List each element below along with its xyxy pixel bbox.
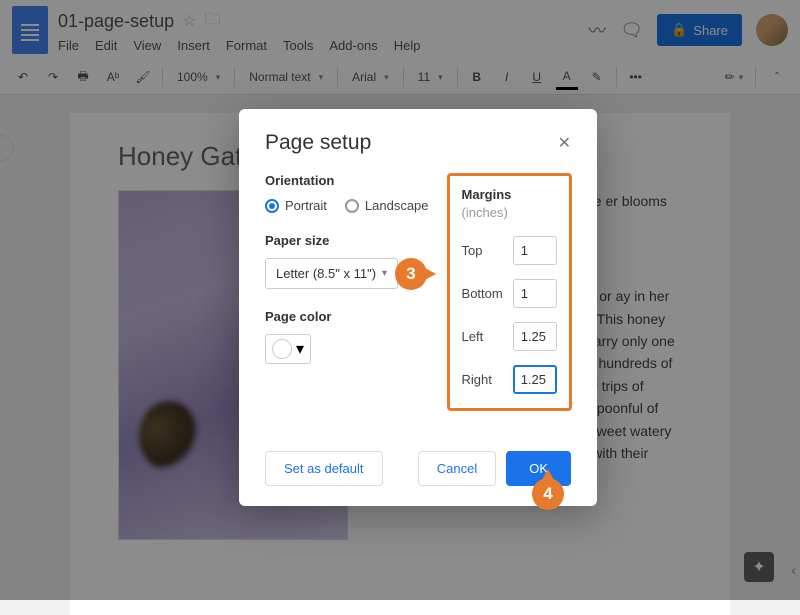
user-avatar[interactable] [756,14,788,46]
cancel-button[interactable]: Cancel [418,451,496,486]
undo-icon[interactable]: ↶ [12,64,34,90]
margins-group: Margins (inches) Top Bottom Left Right [447,173,572,411]
menu-tools[interactable]: Tools [283,38,313,53]
set-default-button[interactable]: Set as default [265,451,383,486]
margin-right-row: Right [462,365,557,394]
share-button[interactable]: 🔒 Share [657,14,742,46]
separator [162,67,163,87]
margin-left-input[interactable] [513,322,557,351]
menu-addons[interactable]: Add-ons [329,38,377,53]
title-right: 〰 🗨 🔒 Share [588,14,788,46]
menu-view[interactable]: View [133,38,161,53]
annotation-callout-4: 4 [532,478,564,510]
orientation-radios: Portrait Landscape [265,198,429,213]
radio-icon [265,199,279,213]
margin-bottom-row: Bottom [462,279,557,308]
separator [457,67,458,87]
menu-help[interactable]: Help [394,38,421,53]
menu-file[interactable]: File [58,38,79,53]
separator [616,67,617,87]
radio-icon [345,199,359,213]
separator [337,67,338,87]
margins-unit: (inches) [462,205,508,220]
margin-right-input[interactable] [513,365,557,394]
close-button[interactable]: ✕ [558,133,571,153]
chevron-down-icon: ▾ [296,339,304,359]
collapse-icon[interactable]: ˆ [766,64,788,90]
margins-text: Margins [462,187,512,202]
paper-size-select[interactable]: Letter (8.5" x 11") ▾ [265,258,398,289]
page-color-picker[interactable]: ▾ [265,334,311,364]
folder-icon[interactable]: 🗀 [204,8,220,35]
editing-mode-icon[interactable]: ✏ [723,64,745,90]
paper-size-value: Letter (8.5" x 11") [276,266,376,281]
menu-insert[interactable]: Insert [177,38,210,53]
font-size-select[interactable]: 11 [412,70,449,84]
title-section: 01-page-setup ☆ 🗀 File Edit View Insert … [58,8,578,53]
dialog-header: Page setup ✕ [265,131,571,155]
activity-icon[interactable]: 〰 [588,17,606,43]
margins-label: Margins (inches) [462,187,512,220]
orientation-label: Orientation [265,173,429,188]
docs-logo-icon[interactable] [12,6,48,54]
zoom-select[interactable]: 100% [171,70,226,84]
toolbar: ↶ ↷ 🖶 Aᵇ 🖌 100% Normal text Arial 11 B I… [0,60,800,95]
portrait-radio[interactable]: Portrait [265,198,327,213]
close-icon: ✕ [558,135,571,152]
page-setup-dialog: Page setup ✕ Orientation Portrait Landsc… [239,109,597,506]
share-label: Share [693,23,728,38]
margin-top-label: Top [462,243,483,258]
margin-top-input[interactable] [513,236,557,265]
more-button[interactable]: ••• [625,64,647,90]
dialog-title: Page setup [265,131,371,155]
explore-icon: ✦ [752,557,765,577]
page-color-label: Page color [265,309,429,324]
italic-button[interactable]: I [496,64,518,90]
margin-top-row: Top [462,236,557,265]
highlight-button[interactable]: ✎ [586,64,608,90]
menu-format[interactable]: Format [226,38,267,53]
margin-bottom-input[interactable] [513,279,557,308]
margin-left-row: Left [462,322,557,351]
margin-left-label: Left [462,329,484,344]
toolbar-right: ✏ ˆ [723,64,788,90]
menu-edit[interactable]: Edit [95,38,117,53]
color-swatch-icon [272,339,292,359]
title-bar: 01-page-setup ☆ 🗀 File Edit View Insert … [0,0,800,60]
document-title[interactable]: 01-page-setup [58,11,174,32]
title-row: 01-page-setup ☆ 🗀 [58,8,578,35]
explore-button[interactable]: ✦ [744,552,774,582]
dialog-right-column: Margins (inches) Top Bottom Left Right [447,173,572,411]
lock-icon: 🔒 [671,22,687,38]
separator [403,67,404,87]
underline-button[interactable]: U [526,64,548,90]
spellcheck-icon[interactable]: Aᵇ [102,64,124,90]
menu-bar: File Edit View Insert Format Tools Add-o… [58,38,578,53]
star-icon[interactable]: ☆ [182,11,196,31]
chevron-down-icon: ▾ [382,268,387,279]
dialog-footer: Set as default Cancel OK [265,451,571,486]
landscape-label: Landscape [365,198,429,213]
paint-format-icon[interactable]: 🖌 [132,64,154,90]
dialog-left-column: Orientation Portrait Landscape Paper siz… [265,173,429,411]
landscape-radio[interactable]: Landscape [345,198,429,213]
margin-bottom-label: Bottom [462,286,503,301]
paper-size-label: Paper size [265,233,429,248]
side-panel-toggle[interactable]: ‹ [791,562,796,578]
font-select[interactable]: Arial [346,70,395,84]
margin-right-label: Right [462,372,492,387]
text-color-button[interactable]: A [556,64,578,90]
dialog-body: Orientation Portrait Landscape Paper siz… [265,173,571,411]
portrait-label: Portrait [285,198,327,213]
print-icon[interactable]: 🖶 [72,64,94,90]
style-select[interactable]: Normal text [243,70,329,84]
redo-icon[interactable]: ↷ [42,64,64,90]
separator [755,67,756,87]
separator [234,67,235,87]
annotation-callout-3: 3 [395,258,427,290]
comments-icon[interactable]: 🗨 [620,20,643,41]
bold-button[interactable]: B [466,64,488,90]
